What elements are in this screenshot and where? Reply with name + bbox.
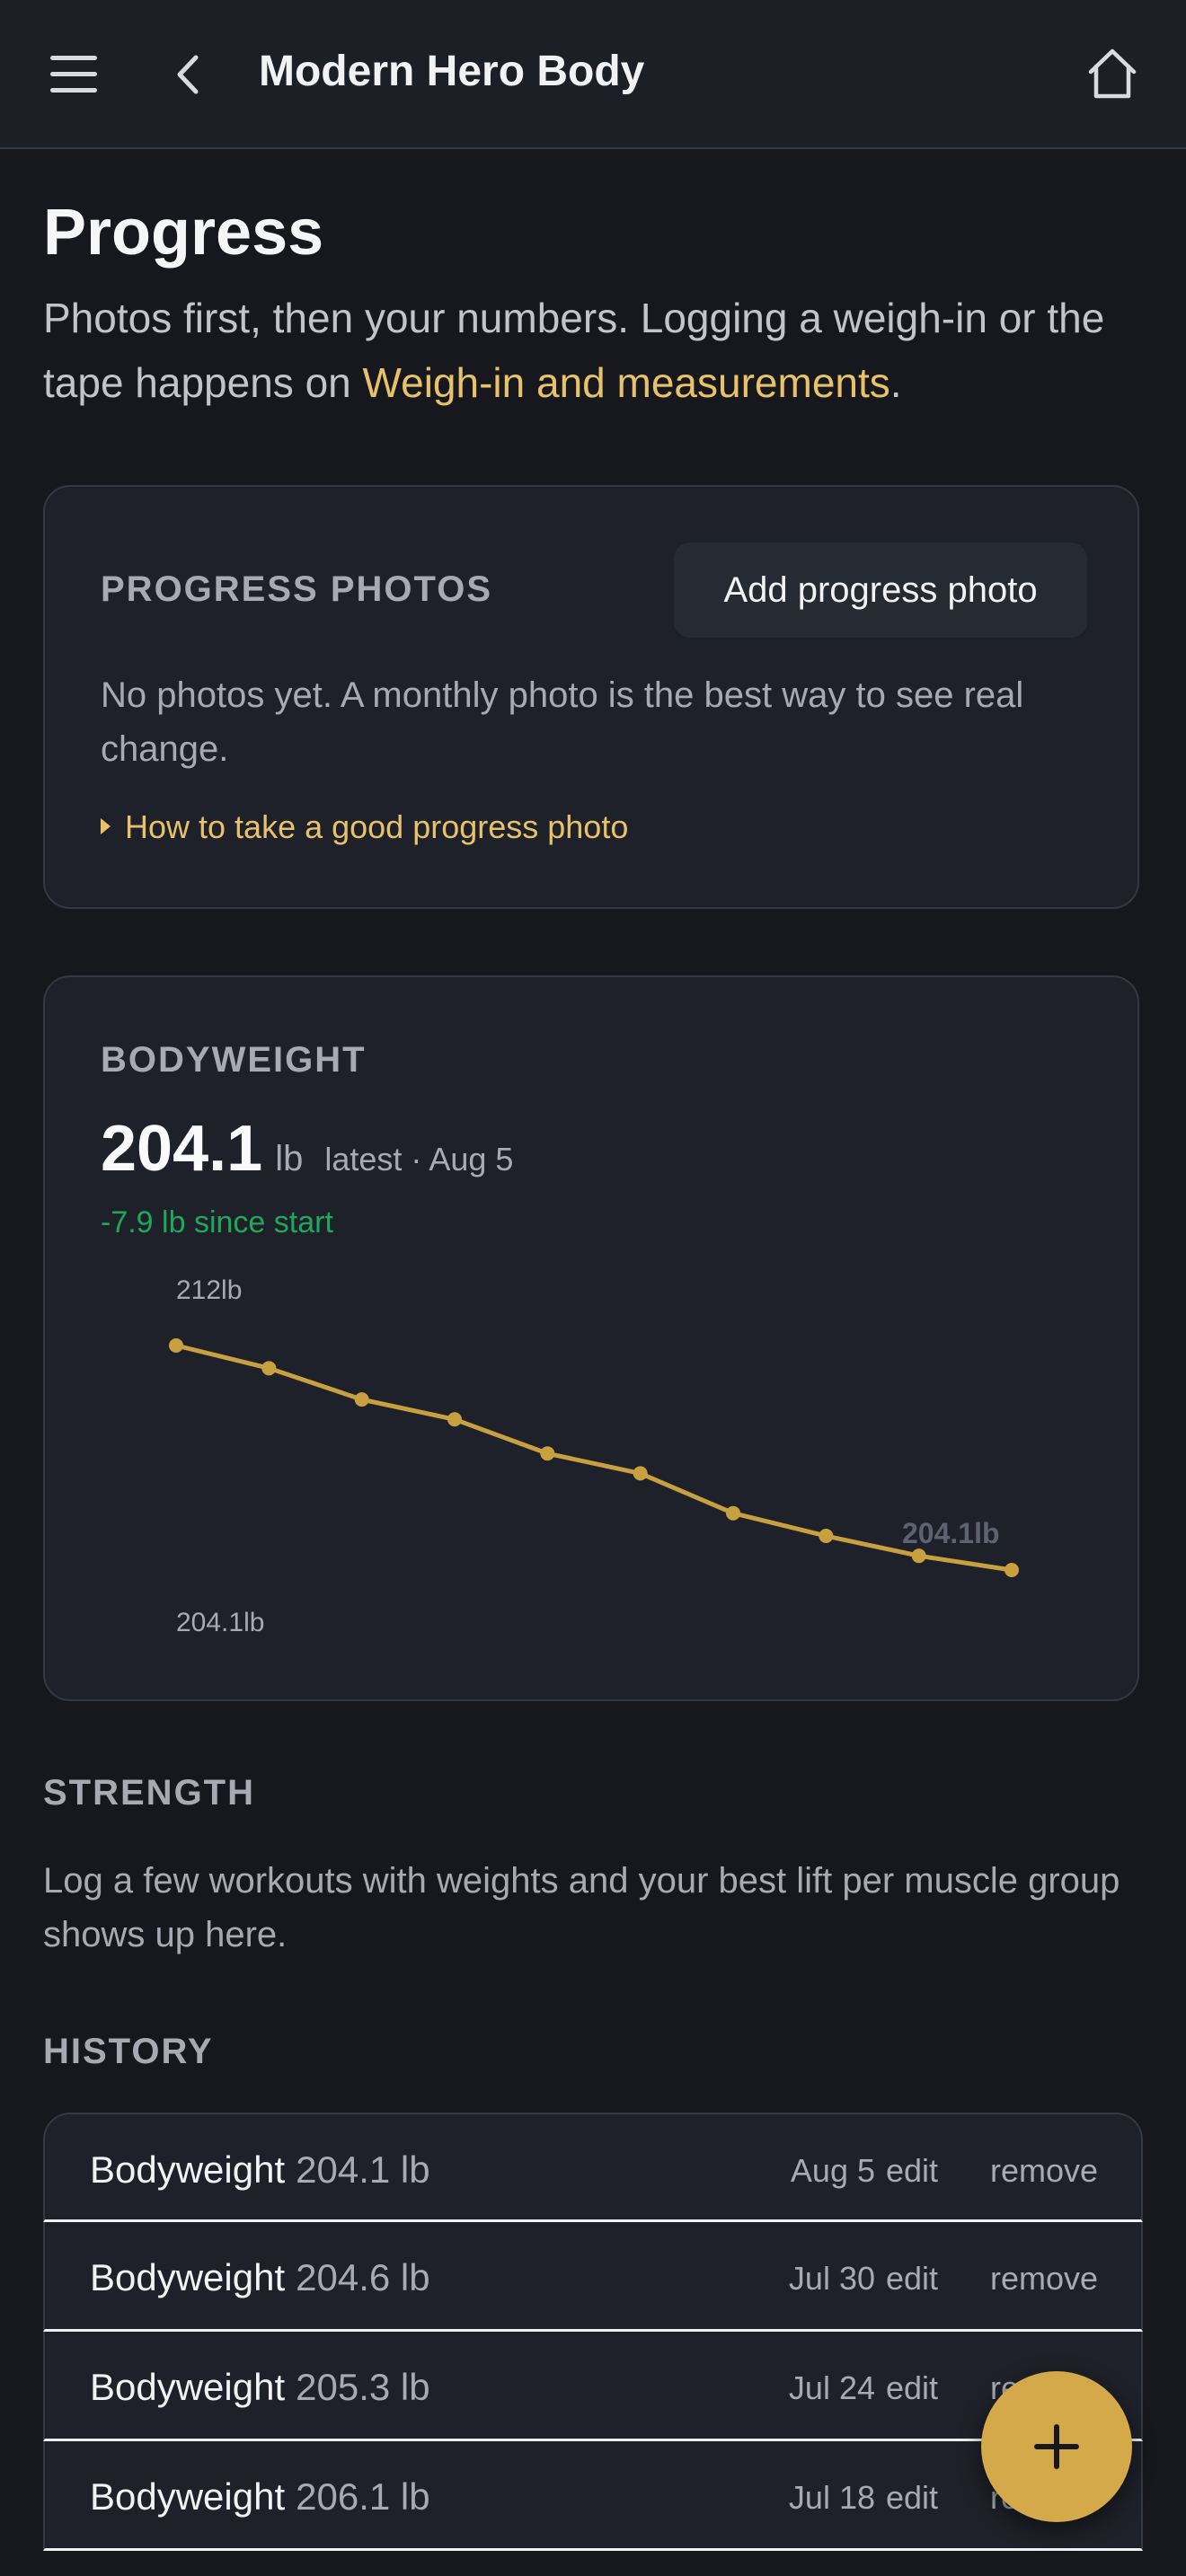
add-progress-photo-button[interactable]: Add progress photo [674,543,1087,638]
home-icon[interactable] [1085,47,1139,101]
history-remove-button[interactable]: remove [990,2152,1098,2190]
history-entry-name: Bodyweight [90,2475,286,2518]
bodyweight-card: BODYWEIGHT 204.1 lb latest · Aug 5 -7.9 lb… [43,975,1139,1701]
history-edit-button[interactable]: edit [886,2369,938,2407]
progress-photos-card: PROGRESS PHOTOS Add progress photo No ph… [43,485,1139,909]
page-title: Progress [43,197,324,269]
menu-icon[interactable] [50,56,97,93]
history-entry: Bodyweight 204.6 lb [90,2256,430,2299]
history-edit-button[interactable]: edit [886,2479,938,2517]
history-entry: Bodyweight 204.1 lb [90,2148,430,2192]
strength-empty-text: Log a few workouts with weights and your… [43,1861,1120,1954]
plus-icon [1034,2424,1079,2469]
history-entry-date: Jul 18 [788,2479,875,2516]
history-row: Bodyweight 204.6 lb Jul 30 edit remove [43,2222,1143,2332]
bodyweight-chart: 212lb 204.1lb 204.1lb [169,1275,1019,1637]
history-row: Bodyweight 204.1 lb Aug 5 edit remove [43,2113,1143,2222]
history-entry-name: Bodyweight [90,2256,286,2298]
history-entry-amount: 204.6 lb [296,2256,430,2298]
history-entry: Bodyweight 206.1 lb [90,2475,430,2519]
chart-min-label: 204.1lb [176,1608,264,1637]
history-entry: Bodyweight 205.3 lb [90,2366,430,2409]
history-edit-button[interactable]: edit [886,2152,938,2190]
chart-point [633,1466,648,1481]
history-remove-button[interactable]: remove [990,2260,1098,2298]
history-entry-amount: 204.1 lb [296,2148,430,2191]
history-row: Bodyweight206.1 lb Jul 18 edit remove [43,2441,1143,2551]
chart-point [819,1529,834,1544]
howto-link[interactable]: How to take a good progress photo [125,808,628,845]
app-title: Modern Hero Body [259,48,645,95]
history-edit-button[interactable]: edit [886,2260,938,2298]
chart-point [1005,1563,1019,1577]
history-entry-name: Bodyweight [90,2148,286,2191]
history-list: Bodyweight 204.1 lb Aug 5 edit remove Bod… [43,2113,1143,2551]
chart-point [261,1361,277,1376]
strength-heading: STRENGTH [43,1773,255,1813]
bodyweight-line [173,1343,1014,1573]
history-entry-name: Bodyweight [90,2366,286,2408]
chart-point [169,1338,183,1353]
intro-end: . [890,359,902,406]
disclosure-triangle-icon [101,818,111,835]
chart-point [726,1505,740,1521]
chart-point [911,1548,926,1564]
howto-disclosure[interactable]: How to take a good progress photo [101,808,628,846]
page-intro: Photos first, then your numbers. Logging… [43,286,1121,415]
history-entry-amount: 206.1 lb [296,2475,430,2518]
top-app-bar: Modern Hero Body [0,0,1186,149]
chart-max-label: 212lb [176,1275,242,1305]
add-entry-fab[interactable] [981,2371,1132,2522]
chart-last-value-label: 204.1lb [902,1517,1000,1549]
chart-point [354,1392,369,1407]
chart-point [447,1412,462,1427]
chart-point [540,1446,555,1461]
photos-empty-text: No photos yet. A monthly photo is the be… [101,675,1024,769]
history-entry-date: Jul 24 [788,2369,875,2406]
history-entry-amount: 205.3 lb [296,2366,430,2408]
history-row: Bodyweight205.3 lb Jul 24 edit remove [43,2332,1143,2441]
progress-photos-heading: PROGRESS PHOTOS [101,569,493,609]
chevron-left-icon[interactable] [169,52,205,97]
weigh-in-link[interactable]: Weigh-in and measurements [363,359,890,406]
history-entry-date: Aug 5 [790,2152,875,2189]
history-entry-date: Jul 30 [788,2260,875,2297]
history-heading: HISTORY [43,2032,214,2071]
